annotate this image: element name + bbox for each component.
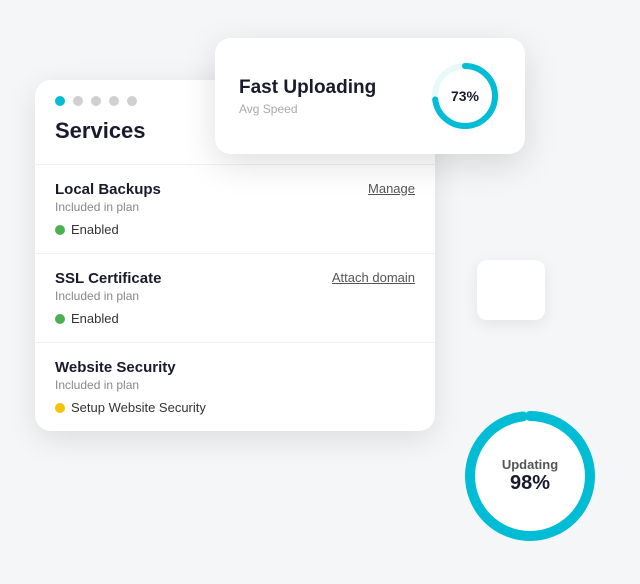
- service-item-local-backups: Local Backups Manage Included in plan En…: [35, 164, 435, 253]
- status-dot-green-2: [55, 314, 65, 324]
- upload-card: Fast Uploading Avg Speed 73%: [215, 38, 525, 154]
- dot-4: [109, 96, 119, 106]
- service-plan-local-backups: Included in plan: [55, 200, 415, 214]
- status-dot-green-1: [55, 225, 65, 235]
- dot-3: [91, 96, 101, 106]
- decorative-box: [477, 260, 545, 320]
- service-item-website-security: Website Security Included in plan Setup …: [35, 342, 435, 431]
- attach-domain-action[interactable]: Attach domain: [332, 270, 415, 285]
- service-item-ssl: SSL Certificate Attach domain Included i…: [35, 253, 435, 342]
- status-text-ssl: Enabled: [71, 311, 119, 326]
- service-status-website-security: Setup Website Security: [55, 400, 415, 415]
- dot-1: [55, 96, 65, 106]
- manage-action[interactable]: Manage: [368, 181, 415, 196]
- dot-2: [73, 96, 83, 106]
- status-text-website-security: Setup Website Security: [71, 400, 206, 415]
- service-name-website-security: Website Security: [55, 359, 176, 376]
- updating-label: Updating 98%: [502, 457, 558, 495]
- updating-ring: Updating 98%: [460, 406, 600, 546]
- upload-percent-label: 73%: [451, 88, 479, 104]
- service-plan-website-security: Included in plan: [55, 378, 415, 392]
- updating-percent: 98%: [502, 472, 558, 495]
- service-plan-ssl: Included in plan: [55, 289, 415, 303]
- upload-title: Fast Uploading: [239, 77, 376, 99]
- status-text-local-backups: Enabled: [71, 222, 119, 237]
- updating-text: Updating: [502, 457, 558, 472]
- service-name-ssl: SSL Certificate: [55, 270, 161, 287]
- dot-5: [127, 96, 137, 106]
- status-dot-yellow-1: [55, 403, 65, 413]
- service-name-local-backups: Local Backups: [55, 181, 161, 198]
- service-status-ssl: Enabled: [55, 311, 415, 326]
- service-status-local-backups: Enabled: [55, 222, 415, 237]
- upload-progress-ring: 73%: [429, 60, 501, 132]
- upload-subtitle: Avg Speed: [239, 102, 376, 116]
